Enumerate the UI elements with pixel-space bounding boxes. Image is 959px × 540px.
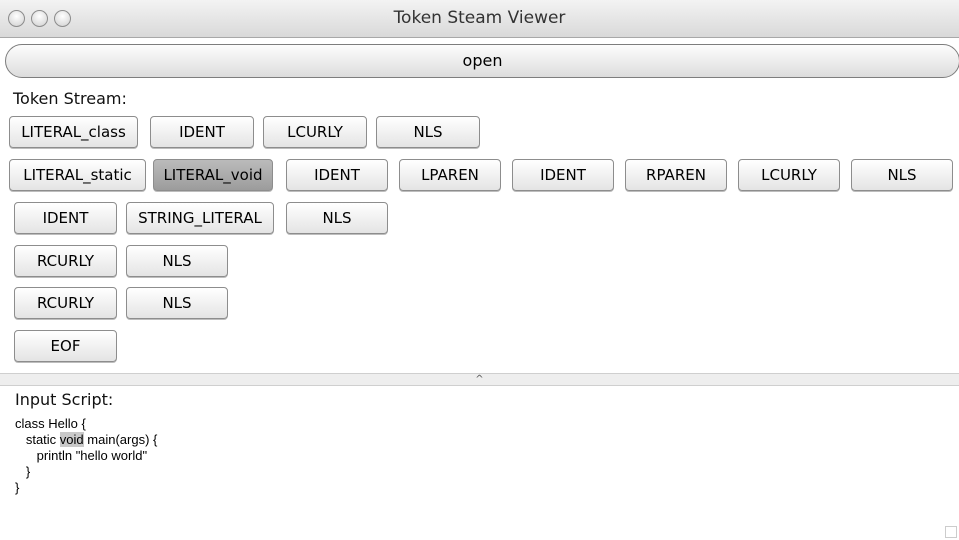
token-stream-label: Token Stream: — [13, 89, 127, 108]
token-button[interactable]: IDENT — [150, 116, 254, 148]
token-button[interactable]: LCURLY — [263, 116, 367, 148]
token-button[interactable]: LPAREN — [399, 159, 501, 191]
script-line: main(args) { — [83, 432, 158, 447]
token-button[interactable]: LITERAL_class — [9, 116, 138, 148]
script-line: println "hello world" — [15, 448, 148, 463]
resize-grip[interactable] — [945, 526, 957, 538]
token-button[interactable]: EOF — [14, 330, 117, 362]
open-button[interactable]: open — [5, 44, 959, 78]
token-button[interactable]: IDENT — [512, 159, 614, 191]
token-button-selected[interactable]: LITERAL_void — [153, 159, 273, 191]
script-line: class Hello { — [15, 416, 86, 431]
token-button[interactable]: NLS — [286, 202, 388, 234]
token-button[interactable]: STRING_LITERAL — [126, 202, 274, 234]
token-button[interactable]: RCURLY — [14, 287, 117, 319]
token-button[interactable]: RCURLY — [14, 245, 117, 277]
script-line: } — [15, 480, 20, 495]
script-highlight: void — [59, 432, 84, 447]
script-text-area[interactable]: class Hello { static void main(args) { p… — [15, 416, 157, 496]
token-button[interactable]: IDENT — [286, 159, 388, 191]
token-button[interactable]: IDENT — [14, 202, 117, 234]
token-button[interactable]: RPAREN — [625, 159, 727, 191]
token-button[interactable]: NLS — [126, 287, 228, 319]
token-button[interactable]: NLS — [851, 159, 953, 191]
token-button[interactable]: NLS — [126, 245, 228, 277]
input-script-label: Input Script: — [15, 390, 114, 409]
script-line: static — [15, 432, 60, 447]
token-button[interactable]: NLS — [376, 116, 480, 148]
script-line: } — [15, 464, 31, 479]
window-title: Token Steam Viewer — [393, 8, 566, 28]
token-button[interactable]: LITERAL_static — [9, 159, 146, 191]
title-bar: Token Steam Viewer — [0, 0, 959, 38]
split-pane-divider[interactable]: ^ — [0, 373, 959, 386]
token-button[interactable]: LCURLY — [738, 159, 840, 191]
